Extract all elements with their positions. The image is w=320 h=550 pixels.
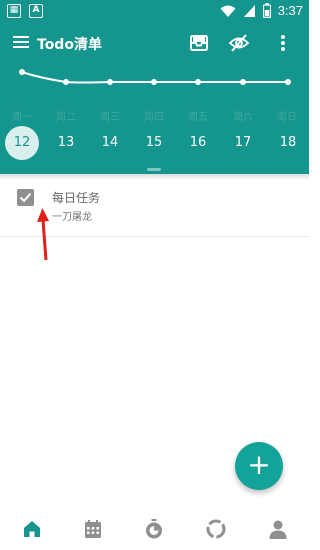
task-title: 每日任务 [52,191,101,205]
add-task-button[interactable]: + [235,442,283,490]
date-item[interactable]: 18 [271,126,305,160]
weekday-label: 周六 [233,112,253,123]
signal-icon [243,4,255,17]
weekday-label: 周五 [188,112,208,123]
wifi-icon [220,5,236,17]
date-item-selected[interactable]: 12 [5,126,39,160]
inbox-icon[interactable] [188,32,210,54]
stats-icon[interactable] [205,518,227,540]
date-item[interactable]: 16 [181,126,215,160]
task-subtitle: 一刀屠龙 [52,212,92,223]
weekday-row: 周一 周二 周三 周四 周五 周六 周日 [0,108,309,123]
timer-icon[interactable] [143,518,165,540]
trend-point [151,79,157,85]
bottom-nav [0,508,309,550]
drag-handle[interactable] [147,168,161,171]
trend-line [19,69,291,85]
trend-point [63,79,69,85]
trend-point [195,79,201,85]
task-checkbox[interactable] [17,189,34,206]
red-arrow-annotation [37,208,49,261]
eye-off-icon[interactable] [228,32,250,54]
dates-row: 12 13 14 15 16 17 18 [0,126,309,162]
date-item[interactable]: 17 [226,126,260,160]
trend-point [19,69,25,75]
menu-icon[interactable] [13,35,29,49]
weekday-label: 周三 [100,112,120,123]
weekday-label: 周日 [277,112,297,123]
weekday-label: 周四 [144,112,164,123]
profile-icon[interactable] [267,518,289,540]
date-item[interactable]: 13 [49,126,83,160]
trend-point [240,79,246,85]
app-bar: Todo清单 [0,24,309,62]
page-title: Todo清单 [37,37,102,53]
weekday-label: 周一 [12,112,32,123]
weekday-label: 周二 [56,112,76,123]
calendar-icon[interactable] [82,518,104,540]
home-icon[interactable] [21,518,43,540]
more-vert-icon[interactable] [279,32,287,54]
trend-point [107,79,113,85]
trend-point [285,79,291,85]
battery-icon [262,3,271,18]
a-icon: A [29,4,43,18]
date-item[interactable]: 15 [137,126,171,160]
date-item[interactable]: 14 [93,126,127,160]
status-time: 3:37 [277,3,303,18]
check-icon [19,192,32,203]
status-bar: ▦ A 3:37 [0,0,309,24]
sim-icon: ▦ [7,4,21,18]
week-panel: 周一 周二 周三 周四 周五 周六 周日 12 13 14 15 16 17 1… [0,62,309,174]
